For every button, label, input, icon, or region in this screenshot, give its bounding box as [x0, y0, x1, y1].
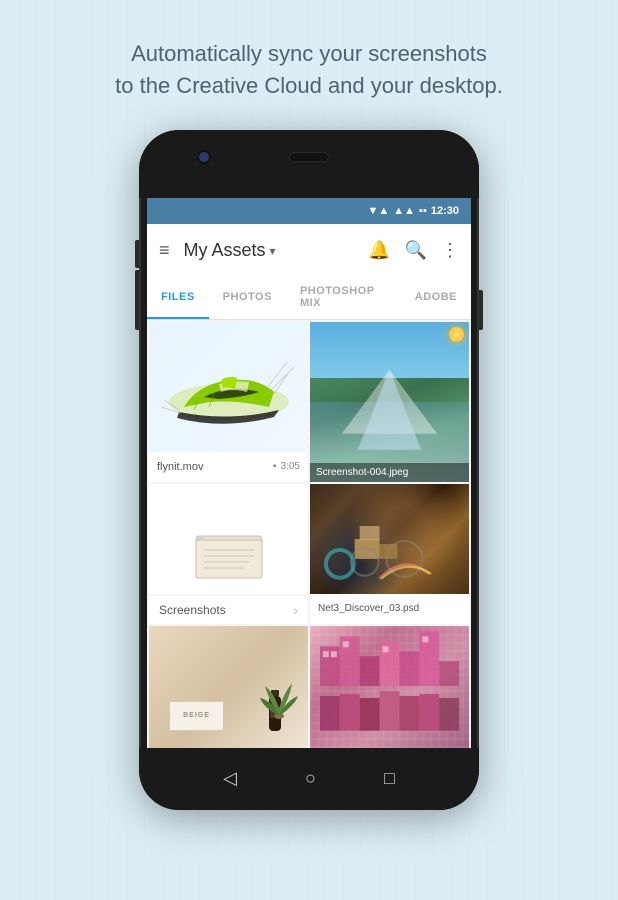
video-icon: ▪ — [273, 461, 277, 472]
signal-icon: ▲▲ — [393, 205, 415, 217]
psd-label: Net3_Discover_03.psd — [310, 594, 469, 624]
file-item-pixel-art[interactable] — [310, 626, 469, 748]
file-item-still-life[interactable]: BEIGE — [149, 626, 308, 748]
collage-cell-1 — [310, 322, 389, 375]
shoe-thumbnail — [149, 322, 308, 452]
volume-up-button — [135, 240, 139, 268]
file-label-shoe: flynit.mov ▪ 3:05 — [149, 452, 308, 482]
phone-bottom-bezel: ◁ ○ □ — [139, 748, 479, 810]
battery-icon: ▪▪ — [419, 205, 427, 217]
bell-icon[interactable]: 🔔 — [368, 240, 390, 261]
search-icon[interactable]: 🔍 — [405, 240, 427, 261]
file-item-shoe[interactable]: flynit.mov ▪ 3:05 — [149, 322, 308, 482]
file-item-psd[interactable]: Net3_Discover_03.psd — [310, 484, 469, 624]
phone-top-bezel — [139, 130, 479, 198]
files-grid: flynit.mov ▪ 3:05 — [147, 320, 471, 748]
book-label: BEIGE — [169, 701, 224, 731]
folder-label-row: Screenshots › — [149, 595, 308, 624]
tab-photoshop-mix[interactable]: PHOTOSHOP MIX — [286, 278, 401, 319]
file-item-folder[interactable]: Screenshots › — [149, 484, 308, 624]
app-bar: ≡ My Assets ▾ 🔔 🔍 ⋮ — [147, 224, 471, 278]
dropdown-arrow-icon[interactable]: ▾ — [270, 244, 276, 258]
volume-down-button — [135, 278, 139, 306]
hamburger-menu-icon[interactable]: ≡ — [159, 240, 170, 261]
folder-svg — [194, 526, 264, 581]
app-bar-actions: 🔔 🔍 ⋮ — [368, 240, 459, 261]
status-bar: ▼▲ ▲▲ ▪▪ 12:30 — [147, 198, 471, 224]
video-duration: ▪ 3:05 — [273, 461, 300, 472]
more-options-icon[interactable]: ⋮ — [441, 240, 459, 261]
recents-button[interactable]: □ — [384, 768, 395, 789]
file-item-collage[interactable]: Screenshot-004.jpeg — [310, 322, 469, 482]
phone-mockup: ▼▲ ▲▲ ▪▪ 12:30 ≡ My Assets ▾ 🔔 🔍 ⋮ FILES — [139, 130, 479, 810]
collage-label: Screenshot-004.jpeg — [310, 463, 469, 482]
tab-photos[interactable]: PHOTOS — [209, 278, 286, 319]
earpiece-speaker — [289, 152, 329, 162]
phone-screen: ▼▲ ▲▲ ▪▪ 12:30 ≡ My Assets ▾ 🔔 🔍 ⋮ FILES — [147, 198, 471, 748]
promo-header: Automatically sync your screenshots to t… — [85, 38, 533, 102]
psd-scene-svg — [310, 484, 469, 594]
clock: 12:30 — [431, 205, 459, 217]
tab-bar: FILES PHOTOS PHOTOSHOP MIX ADOBE — [147, 278, 471, 320]
app-title: My Assets ▾ — [184, 240, 369, 261]
wifi-icon: ▼▲ — [367, 205, 389, 217]
folder-chevron-icon: › — [293, 602, 298, 618]
pixel-art-svg — [310, 626, 469, 748]
front-camera — [199, 152, 209, 162]
tab-files[interactable]: FILES — [147, 278, 209, 319]
tab-adobe[interactable]: ADOBE — [401, 278, 471, 319]
plant-svg — [260, 678, 298, 728]
home-button[interactable]: ○ — [305, 768, 316, 789]
shoe-svg — [159, 342, 299, 432]
back-button[interactable]: ◁ — [223, 768, 237, 789]
psd-thumbnail — [310, 484, 469, 594]
status-icons: ▼▲ ▲▲ ▪▪ 12:30 — [367, 205, 459, 217]
